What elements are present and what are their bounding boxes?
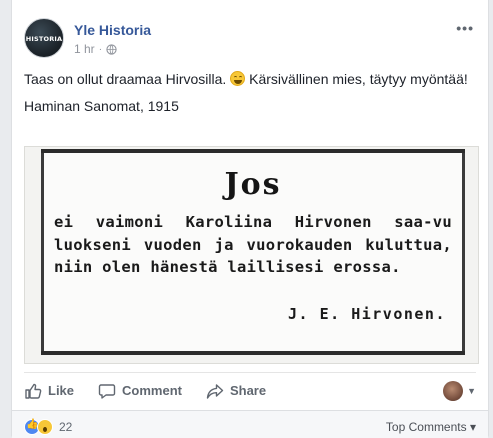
- post-meta: 1 hr ·: [74, 42, 117, 56]
- share-icon: [206, 383, 224, 399]
- clipping-frame: Jos ei vaimoni Karoliina Hirvonen saa-vu…: [41, 149, 465, 355]
- like-icon: [25, 383, 42, 399]
- chevron-down-icon: ▼: [467, 386, 476, 396]
- clipping-signature: J. E. Hirvonen.: [288, 305, 446, 323]
- post-message: Taas on ollut draamaa Hirvosilla. Kärsiv…: [24, 70, 474, 124]
- post-header: HISTORIA Yle Historia 1 hr · •••: [24, 18, 476, 62]
- post-text-line: Taas on ollut draamaa Hirvosilla. Kärsiv…: [24, 70, 474, 89]
- more-options-icon[interactable]: •••: [456, 20, 474, 36]
- chevron-down-icon: ▾: [469, 420, 476, 434]
- clipping-bottom-rule: [41, 351, 465, 355]
- post-source-line: Haminan Sanomat, 1915: [24, 98, 179, 114]
- clipping-top-rule: [41, 149, 465, 153]
- reaction-count: 22: [59, 420, 73, 434]
- like-label: Like: [48, 383, 75, 398]
- post-card: HISTORIA Yle Historia 1 hr · ••• Taas on…: [11, 0, 489, 438]
- reactions-summary[interactable]: 22: [24, 419, 72, 435]
- viewer-avatar: [443, 381, 464, 401]
- comment-sort-dropdown[interactable]: Top Comments ▾: [386, 420, 476, 434]
- meta-separator: ·: [98, 43, 103, 55]
- comment-icon: [98, 383, 116, 399]
- share-label: Share: [229, 383, 267, 398]
- post-text-part2: Kärsivällinen mies, täytyy myöntää!: [249, 71, 468, 87]
- post-as-selector[interactable]: ▼: [443, 381, 476, 401]
- comment-label: Comment: [122, 383, 182, 398]
- wow-reaction-icon: [37, 419, 53, 435]
- newspaper-clipping-image[interactable]: Jos ei vaimoni Karoliina Hirvonen saa-vu…: [24, 146, 479, 364]
- post-timestamp[interactable]: 1 hr: [74, 42, 95, 56]
- comment-sort-label: Top Comments: [385, 420, 467, 434]
- clipping-body: ei vaimoni Karoliina Hirvonen saa-vu luo…: [54, 213, 452, 276]
- comment-button[interactable]: Comment: [98, 382, 182, 400]
- avatar-label: HISTORIA: [25, 35, 63, 43]
- globe-icon[interactable]: [106, 43, 117, 55]
- grinning-sweat-emoji-icon: [230, 71, 246, 86]
- share-button[interactable]: Share: [206, 382, 266, 400]
- post-actions: Like Comment Share ▼: [24, 372, 476, 408]
- clipping-title: Jos: [224, 167, 282, 202]
- page-avatar[interactable]: HISTORIA: [24, 18, 64, 58]
- like-button[interactable]: Like: [24, 382, 74, 400]
- post-footer: 22 Top Comments ▾: [12, 410, 488, 438]
- page-name-link[interactable]: Yle Historia: [74, 22, 151, 38]
- post-text-part1: Taas on ollut draamaa Hirvosilla.: [24, 71, 227, 87]
